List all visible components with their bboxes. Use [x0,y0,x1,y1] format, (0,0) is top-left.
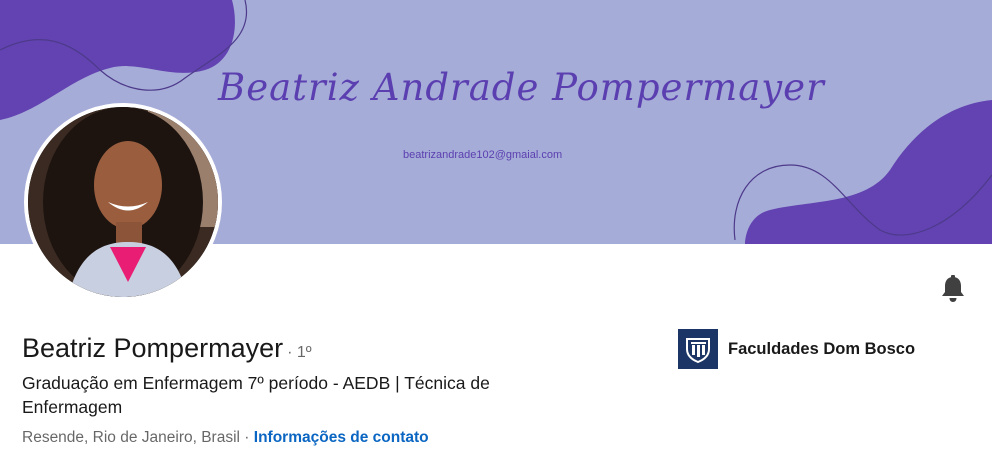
avatar[interactable] [24,103,222,301]
banner-name: Beatriz Andrade Pompermayer [218,66,825,109]
connection-degree: · 1º [287,344,312,361]
separator: · [239,429,254,446]
contact-info-link[interactable]: Informações de contato [254,429,429,446]
avatar-photo [28,107,218,297]
dom-bosco-logo-icon [678,329,718,369]
profile-name: Beatriz Pompermayer [22,333,284,363]
education-name: Faculdades Dom Bosco [728,339,916,358]
location-row: Resende, Rio de Janeiro, Brasil · Inform… [22,429,429,447]
location: Resende, Rio de Janeiro, Brasil [22,429,240,446]
profile-headline: Graduação em Enfermagem 7º período - AED… [22,373,490,417]
bell-icon [942,275,964,302]
education-item[interactable]: Faculdades Dom Bosco [678,329,915,369]
banner-email: beatrizandrade102@gmaial.com [403,149,563,161]
name-row: Beatriz Pompermayer · 1º [22,333,312,364]
notifications-button[interactable] [936,272,970,306]
